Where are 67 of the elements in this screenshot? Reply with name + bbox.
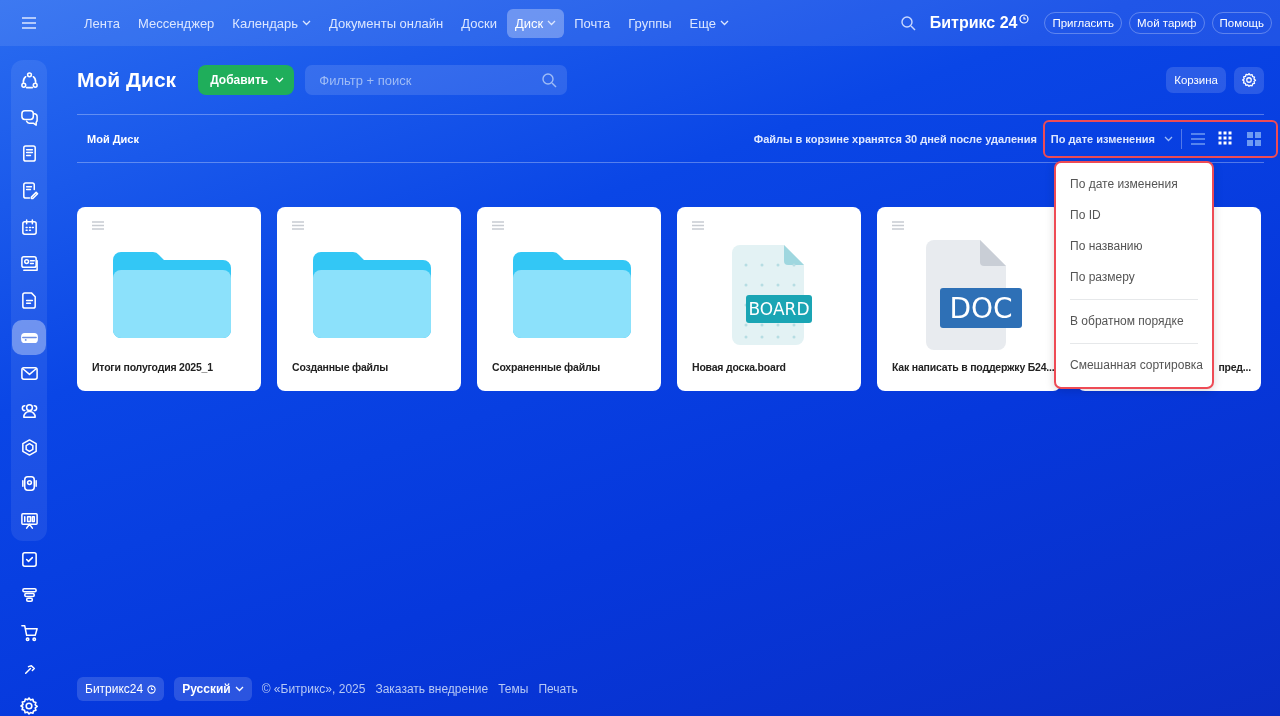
list-icon xyxy=(1190,130,1206,147)
file-icon xyxy=(19,290,39,310)
notice-text: Файлы в корзине хранятся 30 дней после удаления xyxy=(753,132,1037,145)
page-title: Мой Диск xyxy=(77,68,177,92)
users-icon xyxy=(19,401,39,421)
drag-handle-icon xyxy=(692,221,704,230)
caret-icon xyxy=(720,20,730,26)
caret-icon xyxy=(1164,135,1173,142)
cart-icon xyxy=(19,623,39,643)
file-card[interactable]: Итоги полугодия 2025_1 xyxy=(77,207,261,391)
caret-icon xyxy=(547,20,557,26)
menu-icon xyxy=(21,17,37,29)
drag-handle-icon xyxy=(292,221,304,230)
hexagon-icon xyxy=(19,437,39,457)
clock-icon xyxy=(1019,14,1030,24)
file-name: Итоги полугодия 2025_1 xyxy=(92,361,213,373)
nav-tab[interactable]: Доски xyxy=(453,8,505,38)
grid-icon xyxy=(1218,130,1234,147)
trash-button[interactable]: Корзина xyxy=(1166,67,1226,93)
folder-icon xyxy=(312,251,431,338)
checkbox-icon xyxy=(19,549,39,569)
caret-icon xyxy=(234,686,244,693)
settings-icon xyxy=(1241,72,1257,88)
folder-icon xyxy=(112,251,231,338)
file-name: Созданные файлы xyxy=(292,361,389,373)
file-name: Сохраненные файлы xyxy=(492,361,601,373)
nav-tab[interactable]: Почта xyxy=(566,8,619,38)
brand-button[interactable]: Битрикс24 xyxy=(77,677,165,702)
file-card[interactable]: Созданные файлы xyxy=(277,207,461,391)
file-name: Как написать в поддержку Б24... xyxy=(892,361,1055,373)
drag-handle-icon xyxy=(892,221,904,230)
settings-button[interactable] xyxy=(1234,66,1264,94)
file-name: пред... xyxy=(1218,361,1251,373)
nav-tab[interactable]: Лента xyxy=(76,8,128,38)
caret-icon xyxy=(301,20,311,26)
calendar-icon xyxy=(19,217,39,237)
drag-handle-icon xyxy=(492,221,504,230)
nav-tab[interactable]: Календарь xyxy=(224,8,319,38)
search-icon xyxy=(541,72,558,88)
nav-tab[interactable]: Еще xyxy=(681,8,738,38)
search-icon xyxy=(899,15,916,31)
nav-tab[interactable]: Документы онлайн xyxy=(320,8,452,38)
drag-handle-icon xyxy=(92,221,104,230)
nav-tab[interactable]: Группы xyxy=(620,8,680,38)
footer-link[interactable]: Печать xyxy=(538,682,578,697)
presentation-icon xyxy=(19,511,39,531)
file-name: Новая доска.board xyxy=(692,361,786,373)
copyright-text: © «Битрикс», 2025 xyxy=(261,682,366,697)
file-card[interactable]: Сохраненные файлы xyxy=(477,207,661,391)
settings-icon xyxy=(19,696,39,716)
clock-icon xyxy=(147,684,157,694)
menu-item[interactable]: По дате изменения xyxy=(1056,169,1212,200)
footer-link[interactable]: Заказать внедрение xyxy=(375,682,489,697)
language-dropdown[interactable]: Русский xyxy=(174,677,252,702)
caret-icon xyxy=(275,77,285,83)
sidebar-item[interactable] xyxy=(12,319,46,355)
file-card[interactable]: BOARD Новая доска.board xyxy=(677,207,861,391)
tiles-icon xyxy=(1246,130,1262,147)
folder-icon xyxy=(512,251,631,338)
breadcrumb[interactable]: Мой Диск xyxy=(87,132,139,145)
footer-link[interactable]: Темы xyxy=(498,682,529,697)
logo-text: Битрикс 24 xyxy=(929,14,1018,32)
device-icon xyxy=(19,474,39,494)
contact-card-icon xyxy=(19,254,39,274)
cycle-icon xyxy=(19,70,39,90)
nav-tab[interactable]: Мессенджер xyxy=(130,8,223,38)
chat-icon xyxy=(19,107,39,127)
